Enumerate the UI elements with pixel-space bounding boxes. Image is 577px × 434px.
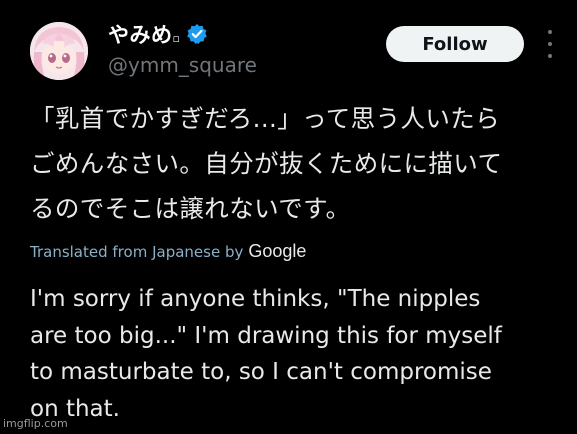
author-name-row[interactable]: やみめ▫	[108, 20, 208, 48]
name-glyph: ▫	[172, 32, 181, 45]
translated-line: to masturbate to, so I can't compromise	[30, 359, 492, 385]
follow-button[interactable]: Follow	[386, 26, 524, 62]
author-display-name[interactable]: やみめ▫	[108, 19, 180, 49]
anime-avatar-icon[interactable]	[30, 22, 88, 80]
more-dot	[548, 30, 552, 34]
verified-badge-icon	[187, 24, 208, 44]
tweet-line: ごめんなさい。自分が抜くためにに描いて	[30, 149, 503, 178]
more-dot	[548, 42, 552, 46]
translation-attribution[interactable]: Translated from Japanese by Google	[30, 241, 306, 262]
translated-text: I'm sorry if anyone thinks, "The nipples…	[30, 281, 575, 427]
google-logo: Google	[248, 241, 307, 261]
tweet-line: るのでそこは譲れないです。	[30, 194, 351, 223]
translated-line: I'm sorry if anyone thinks, "The nipples	[30, 286, 481, 312]
translation-label[interactable]: Translated from Japanese by	[30, 243, 243, 261]
more-dot	[548, 54, 552, 58]
imgflip-watermark: imgflip.com	[3, 417, 68, 430]
translated-line: are too big..." I'm drawing this for mys…	[30, 322, 502, 349]
tweet-text: 「乳首でかすぎだろ...」って思う人いたら ごめんなさい。自分が抜くためにに描い…	[30, 96, 575, 231]
author-handle[interactable]: @ymm_square	[108, 53, 257, 77]
more-vertical-icon[interactable]	[544, 30, 556, 58]
tweet-line: 「乳首でかすぎだろ...」って思う人いたら	[30, 104, 501, 133]
